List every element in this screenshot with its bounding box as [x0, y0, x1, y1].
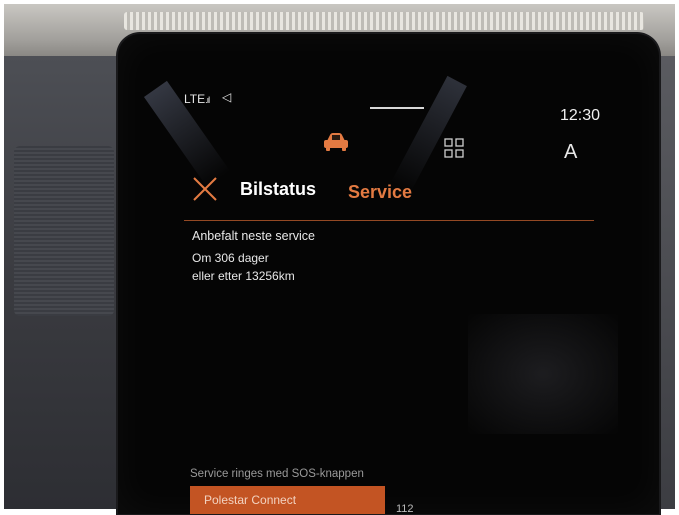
service-heading: Anbefalt neste service: [192, 229, 315, 243]
profile-button[interactable]: A: [564, 141, 577, 164]
tab-service[interactable]: Service: [348, 182, 412, 203]
location-arrow-icon: ◁: [222, 90, 232, 104]
speaker-grille: [14, 146, 114, 316]
network-type: LTE: [184, 92, 206, 106]
service-km: eller etter 13256km: [192, 269, 295, 283]
home-indicator[interactable]: [370, 107, 424, 109]
close-icon[interactable]: [190, 174, 220, 204]
page-title: Bilstatus: [240, 179, 317, 199]
air-vent: [124, 12, 644, 30]
network-signal-icon: LTE.ıl: [184, 92, 210, 106]
service-days: Om 306 dager: [192, 251, 269, 265]
polestar-connect-button[interactable]: Polestar Connect: [190, 486, 385, 514]
polestar-connect-label: Polestar Connect: [204, 493, 297, 507]
app-grid-icon[interactable]: [444, 138, 464, 158]
screen-glare: [391, 75, 467, 193]
clock: 12:30: [560, 107, 601, 124]
screen-reflection: [468, 314, 618, 434]
sos-note: Service ringes med SOS-knappen: [190, 468, 364, 480]
car-icon[interactable]: [322, 132, 350, 152]
infotainment-screen: LTE.ıl ◁ 12:30 A Bilstatus Service Anbef…: [118, 34, 659, 515]
dashboard-left-panel: [4, 56, 124, 509]
emergency-number[interactable]: 112: [396, 503, 414, 515]
header-divider: [184, 220, 594, 221]
